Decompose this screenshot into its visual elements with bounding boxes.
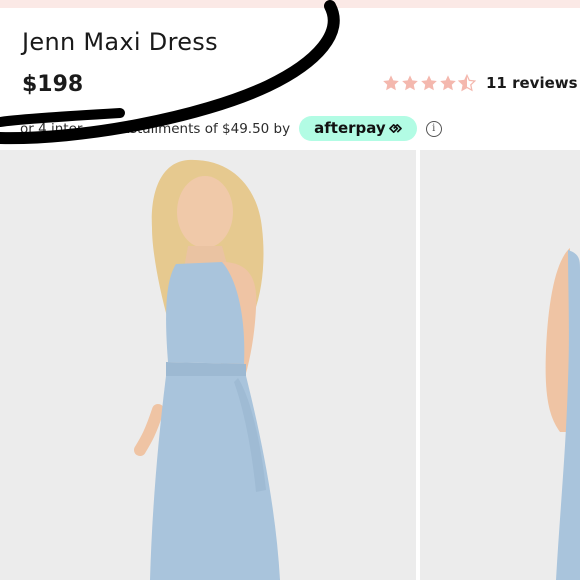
installments-line: or 4 inter nstallments of $49.50 by afte… <box>20 116 442 141</box>
installments-text: nstallments of $49.50 by <box>121 120 291 137</box>
product-price: $198 <box>22 72 84 97</box>
model-photo-back-illustration <box>420 150 580 580</box>
top-banner-strip <box>0 0 580 8</box>
product-photo-main[interactable] <box>0 150 416 580</box>
rating-summary[interactable]: 11 reviews <box>382 74 578 92</box>
afterpay-logo-text: afterpay <box>314 119 386 137</box>
star-icon <box>402 75 418 91</box>
star-icon <box>440 75 456 91</box>
installments-text-start: or 4 inter <box>20 120 83 137</box>
info-icon[interactable]: i <box>425 120 442 137</box>
afterpay-loop-icon <box>388 123 402 133</box>
model-photo-front-illustration <box>0 150 416 580</box>
star-icon <box>383 75 399 91</box>
star-icon <box>421 75 437 91</box>
star-rating <box>382 74 476 92</box>
product-image-gallery[interactable] <box>0 150 580 580</box>
product-title: Jenn Maxi Dress <box>22 28 218 56</box>
afterpay-badge[interactable]: afterpay <box>299 116 417 141</box>
reviews-link[interactable]: 11 reviews <box>486 74 578 92</box>
product-photo-secondary[interactable] <box>420 150 580 580</box>
star-half-icon <box>458 74 476 92</box>
